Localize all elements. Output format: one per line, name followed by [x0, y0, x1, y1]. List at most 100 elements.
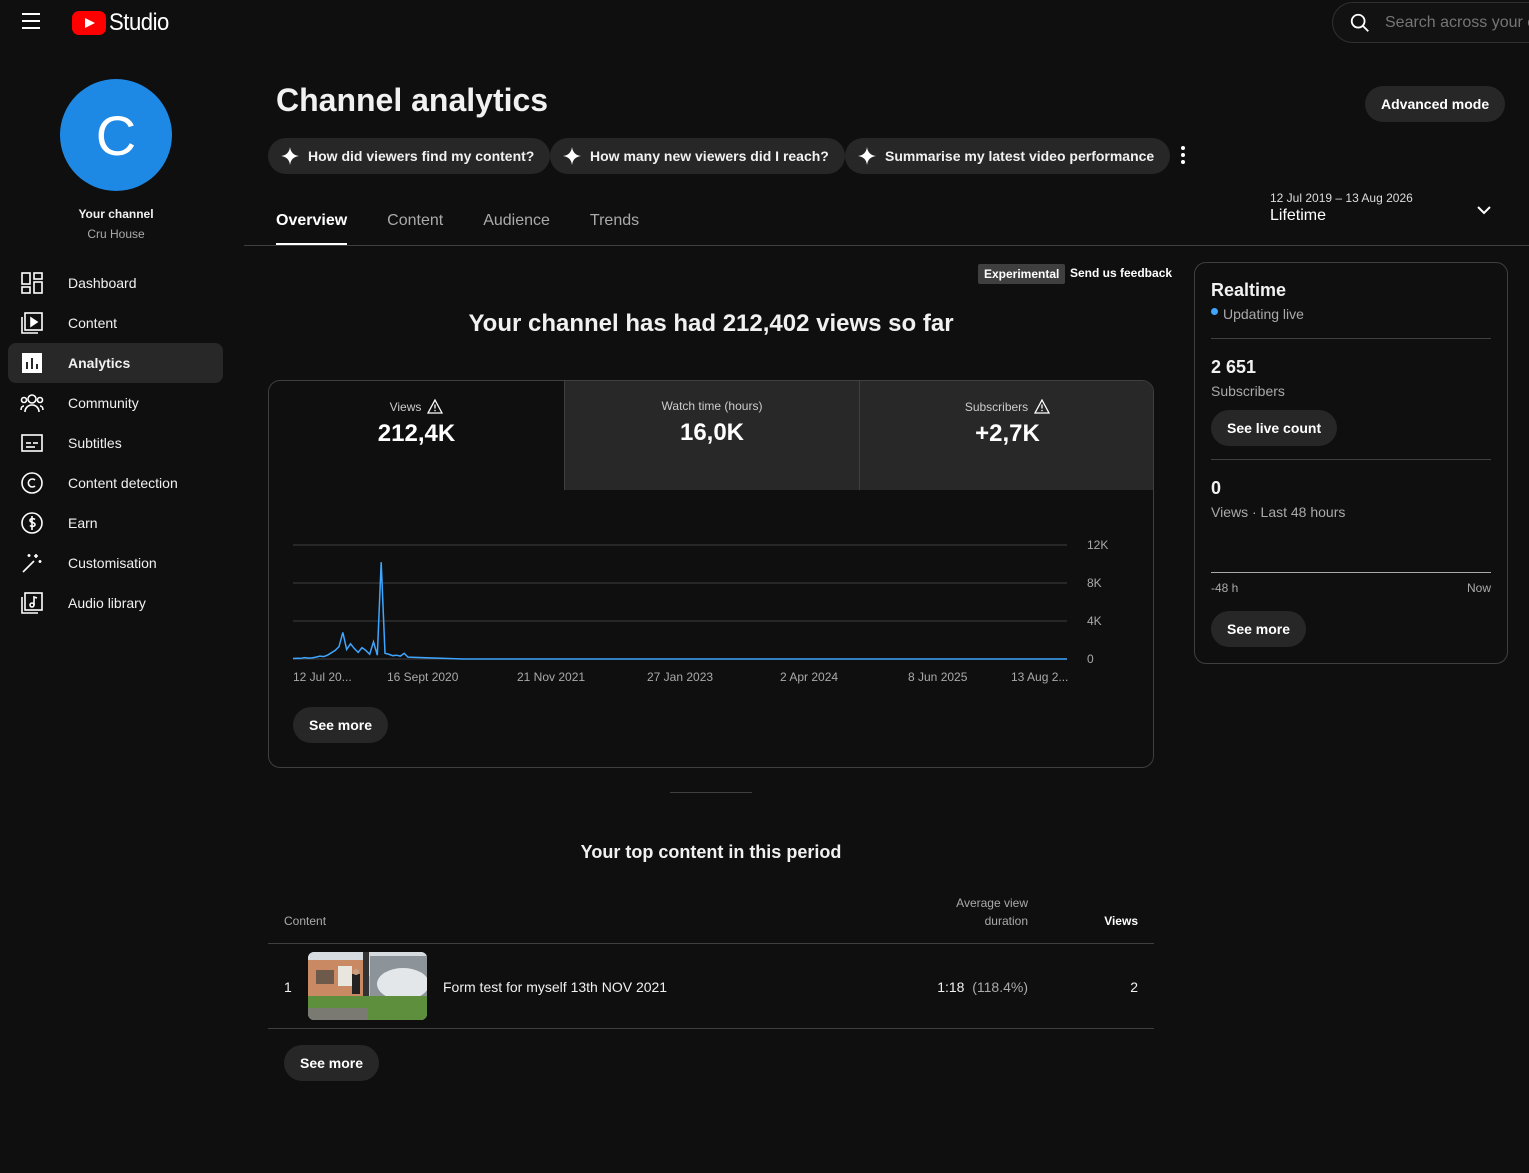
- sidebar-item-analytics[interactable]: Analytics: [8, 343, 223, 383]
- col-header-content: Content: [284, 914, 327, 928]
- top-content-title: Your top content in this period: [580, 842, 842, 862]
- page-title: Channel analytics: [276, 82, 549, 118]
- views-headline: Your channel has had 212,402 views so fa…: [468, 310, 954, 337]
- search-box[interactable]: [1332, 2, 1529, 43]
- overview-card: Views 212,4K Watch time (hours) 16,0K Su…: [268, 380, 1154, 768]
- suggestion-chip-viewers-find[interactable]: How did viewers find my content?: [268, 138, 551, 174]
- live-dot-icon: [1211, 307, 1218, 315]
- tab-audience[interactable]: Audience: [483, 198, 550, 245]
- realtime-status-text: Updating live: [1223, 306, 1304, 322]
- tab-content[interactable]: Content: [387, 198, 443, 245]
- row-rank: 1: [284, 979, 292, 995]
- realtime-axis-start: -48 h: [1211, 581, 1239, 595]
- chip-label: How many new viewers did I reach?: [590, 148, 829, 164]
- views-line-chart[interactable]: 12K 8K 4K 0 12 Jul 20... 16 Sept 2020 21 Nov 2…: [269, 491, 1153, 691]
- sparkle-icon: [281, 147, 299, 165]
- realtime-views-value: 0: [1211, 478, 1222, 498]
- sidebar-item-label: Dashboard: [68, 275, 137, 291]
- sidebar-item-earn[interactable]: Earn: [8, 503, 223, 543]
- logo-text: Studio: [109, 9, 169, 36]
- youtube-logo-icon: [72, 11, 106, 35]
- experimental-badge: Experimental: [978, 264, 1066, 284]
- sidebar-item-content-detection[interactable]: Content detection: [8, 463, 223, 503]
- y-tick-label: 12K: [1087, 538, 1108, 552]
- sidebar-item-audio-library[interactable]: Audio library: [8, 583, 223, 623]
- metric-tab-views[interactable]: Views 212,4K: [269, 381, 564, 490]
- top-content-see-more-button[interactable]: See more: [284, 1045, 380, 1081]
- metric-label: Watch time (hours): [661, 399, 763, 413]
- menu-icon[interactable]: [22, 13, 46, 31]
- realtime-subscribers-label: Subscribers: [1211, 383, 1285, 399]
- channel-name: Cru House: [87, 227, 145, 241]
- search-icon[interactable]: [1349, 12, 1371, 34]
- views-series-line[interactable]: [292, 562, 1067, 660]
- sidebar-item-content[interactable]: Content: [8, 303, 223, 343]
- sidebar-item-customisation[interactable]: Customisation: [8, 543, 223, 583]
- content-icon: [20, 311, 44, 335]
- sparkle-icon: [858, 147, 876, 165]
- metric-tab-watch-time[interactable]: Watch time (hours) 16,0K: [564, 381, 859, 490]
- col-header-views[interactable]: Views: [1080, 914, 1138, 928]
- video-title-link[interactable]: Form test for myself 13th NOV 2021: [443, 979, 667, 995]
- realtime-title: Realtime: [1211, 280, 1287, 300]
- metric-tab-subscribers[interactable]: Subscribers +2,7K: [859, 381, 1153, 490]
- analytics-icon: [20, 351, 44, 375]
- y-tick-label: 8K: [1087, 576, 1102, 590]
- tab-trends[interactable]: Trends: [590, 198, 639, 245]
- chip-label: Summarise my latest video performance: [885, 148, 1155, 164]
- copyright-icon: [20, 471, 44, 495]
- dashboard-icon: [20, 271, 44, 295]
- sidebar-item-subtitles[interactable]: Subtitles: [8, 423, 223, 463]
- x-tick-label: 12 Jul 20...: [293, 670, 352, 684]
- col-header-avd-line2[interactable]: duration: [900, 914, 1028, 928]
- your-channel-label: Your channel: [78, 207, 154, 221]
- dollar-icon: [20, 511, 44, 535]
- channel-avatar[interactable]: C: [60, 79, 172, 191]
- metric-label: Views: [389, 399, 422, 414]
- sidebar-item-label: Community: [68, 395, 139, 411]
- analytics-tabs: Overview Content Audience Trends: [276, 198, 639, 246]
- date-range[interactable]: 12 Jul 2019 – 13 Aug 2026: [1270, 191, 1413, 205]
- date-period[interactable]: Lifetime: [1270, 207, 1326, 225]
- realtime-divider: [1211, 338, 1491, 339]
- y-tick-label: 0: [1087, 652, 1094, 666]
- x-tick-label: 27 Jan 2023: [647, 670, 713, 684]
- more-options-icon[interactable]: [1172, 143, 1194, 167]
- studio-logo[interactable]: Studio: [72, 9, 174, 37]
- tab-overview[interactable]: Overview: [276, 198, 348, 246]
- suggestion-chip-summarise[interactable]: Summarise my latest video performance: [845, 138, 1171, 174]
- sidebar-nav: Dashboard Content Analytics Community Su…: [8, 263, 223, 623]
- send-feedback-link[interactable]: Send us feedback: [1070, 266, 1172, 280]
- realtime-chart-baseline: [1211, 572, 1491, 573]
- metric-value: 212,4K: [377, 420, 456, 447]
- sidebar-item-label: Subtitles: [68, 435, 122, 451]
- realtime-status: Updating live: [1211, 306, 1304, 322]
- realtime-axis-end: Now: [1466, 581, 1491, 595]
- audio-library-icon: [20, 591, 44, 615]
- chevron-down-icon[interactable]: [1474, 200, 1494, 220]
- see-live-count-button[interactable]: See live count: [1211, 410, 1338, 446]
- warning-icon[interactable]: [1034, 399, 1051, 414]
- metric-label: Subscribers: [964, 399, 1029, 414]
- suggestion-chip-new-viewers[interactable]: How many new viewers did I reach?: [550, 138, 845, 174]
- overview-see-more-button[interactable]: See more: [293, 707, 389, 743]
- search-input[interactable]: [1385, 13, 1529, 32]
- warning-icon[interactable]: [427, 399, 444, 414]
- tabs-divider: [244, 245, 1529, 246]
- section-divider: [670, 792, 752, 793]
- sparkle-icon: [563, 147, 581, 165]
- sidebar-item-label: Earn: [68, 515, 98, 531]
- sidebar-item-dashboard[interactable]: Dashboard: [8, 263, 223, 303]
- realtime-see-more-button[interactable]: See more: [1211, 611, 1307, 647]
- video-thumbnail[interactable]: [308, 952, 427, 1020]
- metric-value: +2,7K: [975, 420, 1040, 447]
- col-header-avd-line1[interactable]: Average view: [900, 896, 1028, 910]
- sidebar-item-community[interactable]: Community: [8, 383, 223, 423]
- advanced-mode-button[interactable]: Advanced mode: [1365, 86, 1506, 122]
- avatar-letter: C: [95, 103, 137, 167]
- subtitles-icon: [20, 431, 44, 455]
- top-bar: Studio: [0, 0, 1529, 44]
- metric-value: 16,0K: [679, 419, 745, 446]
- duration-percent: (118.4%): [972, 979, 1028, 995]
- row-views: 2: [1130, 979, 1138, 995]
